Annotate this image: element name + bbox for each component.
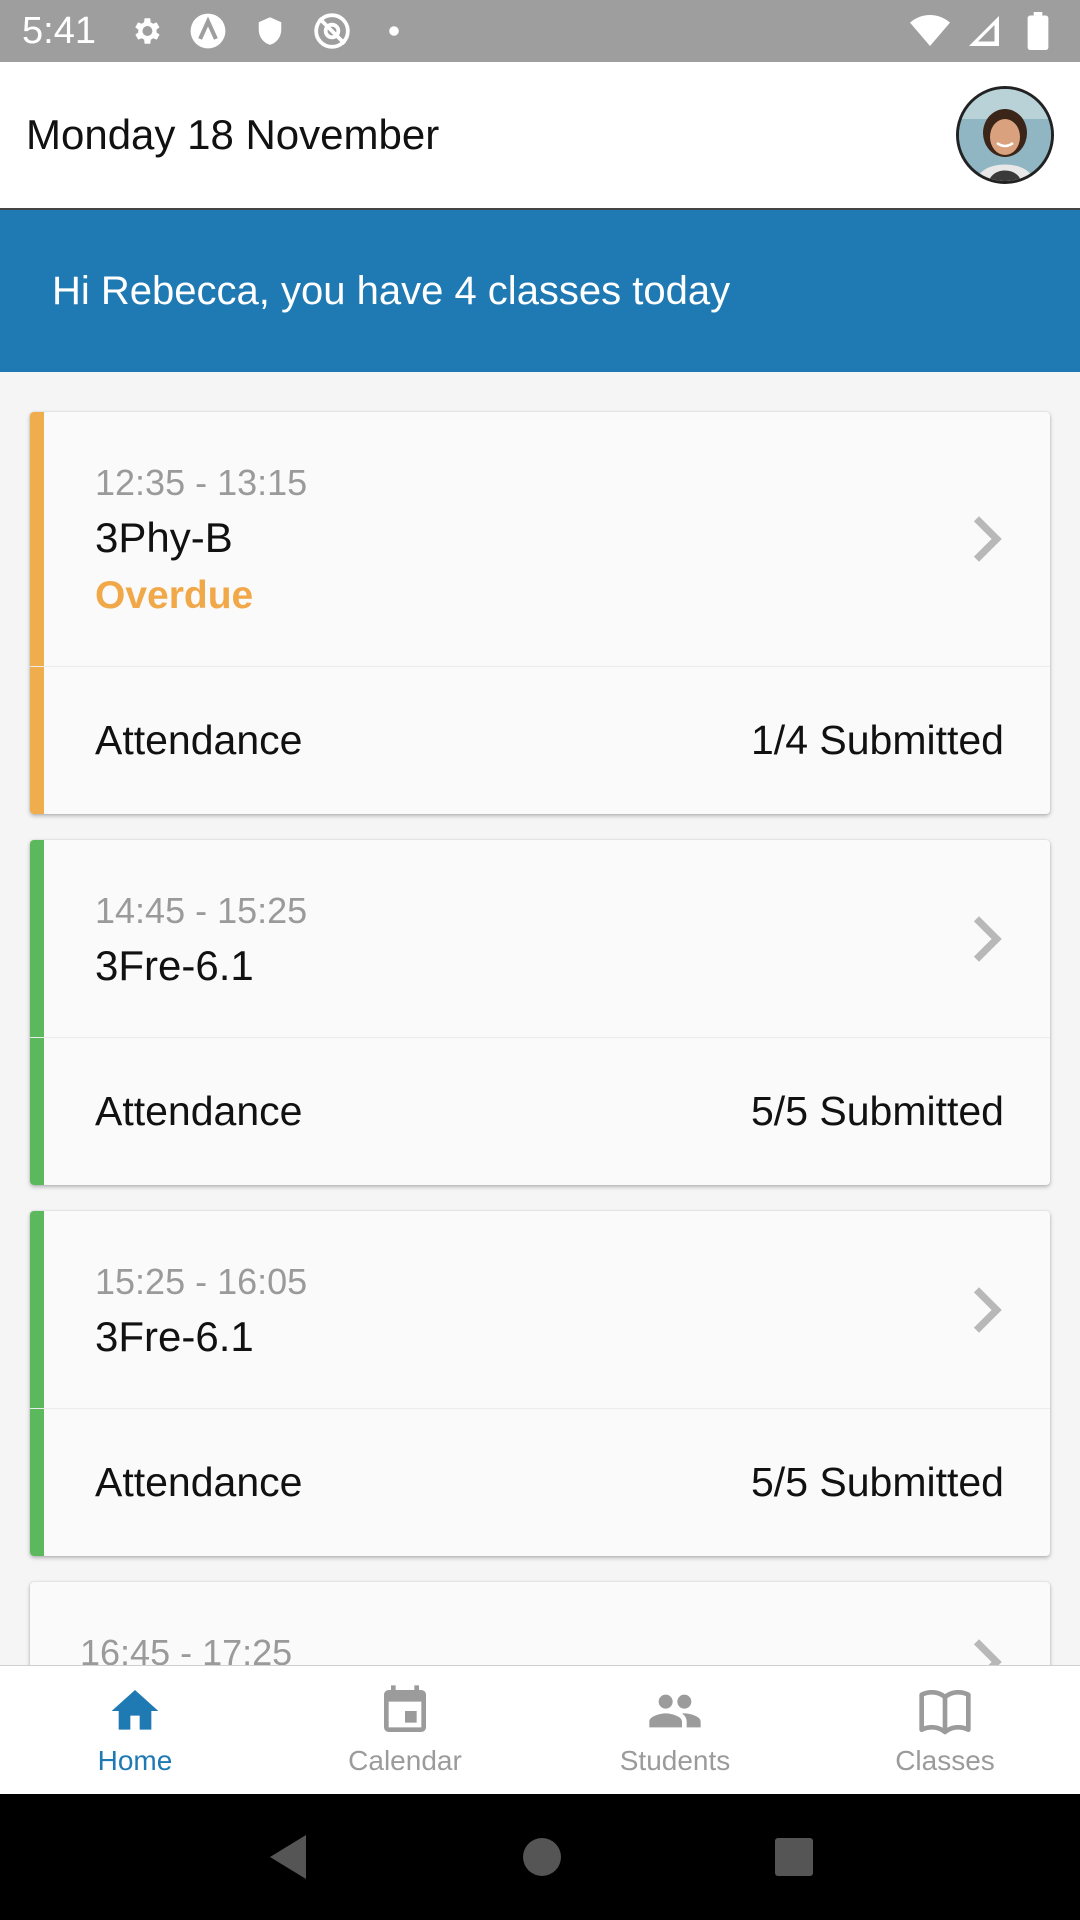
battery-icon [1018,11,1058,51]
status-bar: 5:41 [0,0,1080,62]
back-icon[interactable] [266,1833,310,1881]
chevron-right-icon[interactable] [970,913,1006,965]
user-avatar[interactable] [956,86,1054,184]
class-status-overdue: Overdue [95,574,254,617]
chevron-right-icon[interactable] [970,1636,1006,1665]
header-date: Monday 18 November [26,111,440,158]
vpn-app-icon [188,11,228,51]
nav-calendar-label: Calendar [348,1745,462,1776]
gear-icon [126,11,166,51]
nav-students[interactable]: Students [540,1666,810,1794]
system-navigation-bar [0,1794,1080,1920]
class-card[interactable]: 16:45 - 17:25 [30,1582,1050,1665]
recents-icon[interactable] [774,1837,814,1877]
class-card-header[interactable]: 15:25 - 16:05 3Fre-6.1 [30,1211,1050,1409]
status-system-icons [910,11,1058,51]
students-icon [649,1694,701,1728]
class-time: 14:45 - 15:25 [95,890,308,931]
attendance-value: 1/4 Submitted [751,717,1004,763]
attendance-label: Attendance [95,1459,303,1505]
class-card-header[interactable]: 14:45 - 15:25 3Fre-6.1 [30,840,1050,1038]
attendance-row[interactable]: Attendance 5/5 Submitted [30,1409,1050,1556]
nav-classes[interactable]: Classes [810,1666,1080,1794]
nav-students-label: Students [619,1745,731,1776]
class-name: 3Phy-B [95,514,233,561]
status-notification-icons [126,11,414,51]
chevron-right-icon[interactable] [970,513,1006,565]
bottom-navigation: Home Calendar Students Classes [0,1665,1080,1794]
status-time: 5:41 [22,9,96,52]
calendar-icon [384,1685,426,1732]
attendance-row[interactable]: Attendance 1/4 Submitted [30,667,1050,814]
dot-icon [374,11,414,51]
class-name: 3Fre-6.1 [95,1313,254,1360]
attendance-value: 5/5 Submitted [751,1459,1004,1505]
class-list[interactable]: 12:35 - 13:15 3Phy-B Overdue Attendance … [0,372,1080,1665]
attendance-label: Attendance [95,717,303,763]
chevron-right-icon[interactable] [970,1284,1006,1336]
greeting-text: Hi Rebecca, you have 4 classes today [52,268,731,313]
class-card-header[interactable]: 16:45 - 17:25 [30,1582,1050,1665]
class-time: 12:35 - 13:15 [95,462,308,503]
class-time: 16:45 - 17:25 [80,1632,293,1665]
wifi-icon [910,11,950,51]
signal-icon [964,11,1004,51]
attendance-label: Attendance [95,1088,303,1134]
shield-icon [250,11,290,51]
class-card[interactable]: 12:35 - 13:15 3Phy-B Overdue Attendance … [30,412,1050,814]
nav-calendar[interactable]: Calendar [270,1666,540,1794]
nav-classes-label: Classes [895,1745,995,1776]
at-icon [312,11,352,51]
class-card[interactable]: 15:25 - 16:05 3Fre-6.1 Attendance 5/5 Su… [30,1211,1050,1556]
home-icon [111,1690,159,1730]
app-header: Monday 18 November [0,62,1080,210]
class-name: 3Fre-6.1 [95,942,254,989]
class-card[interactable]: 14:45 - 15:25 3Fre-6.1 Attendance 5/5 Su… [30,840,1050,1185]
book-icon [919,1689,971,1735]
home-circle-icon[interactable] [522,1837,562,1877]
attendance-row[interactable]: Attendance 5/5 Submitted [30,1038,1050,1185]
nav-home-label: Home [97,1745,173,1776]
nav-home[interactable]: Home [0,1666,270,1794]
attendance-value: 5/5 Submitted [751,1088,1004,1134]
class-time: 15:25 - 16:05 [95,1261,308,1302]
class-card-header[interactable]: 12:35 - 13:15 3Phy-B Overdue [30,412,1050,667]
greeting-banner: Hi Rebecca, you have 4 classes today [0,210,1080,372]
